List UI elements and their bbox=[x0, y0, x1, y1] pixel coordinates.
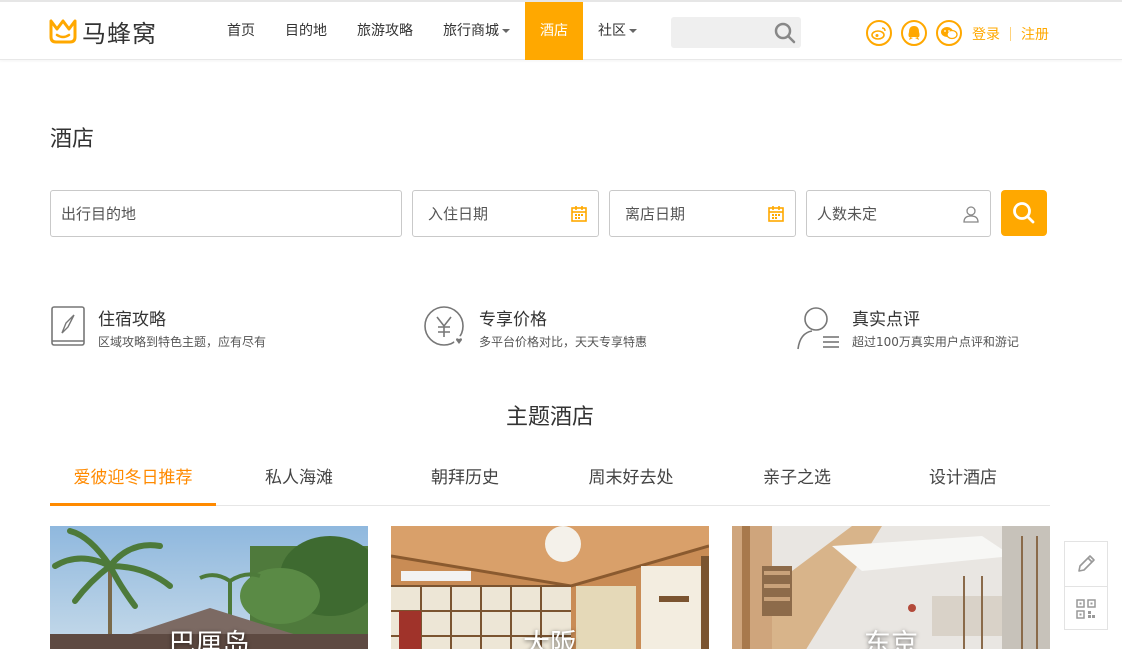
nav-label: 旅行商城 bbox=[443, 23, 499, 39]
page-title: 酒店 bbox=[50, 127, 95, 152]
destination-card[interactable]: 大阪 bbox=[391, 526, 709, 649]
header-search-input[interactable] bbox=[671, 17, 767, 48]
card-title: 巴厘岛 bbox=[168, 629, 250, 649]
qrcode-button[interactable] bbox=[1065, 586, 1107, 630]
logo-text: 马蜂窝 bbox=[82, 19, 157, 48]
search-icon[interactable] bbox=[773, 21, 797, 45]
feature-title: 专享价格 bbox=[479, 310, 547, 330]
nav-label: 酒店 bbox=[540, 23, 568, 39]
tab-design-hotel[interactable]: 设计酒店 bbox=[880, 455, 1046, 506]
checkin-field bbox=[412, 190, 599, 237]
floating-toolbar bbox=[1064, 541, 1108, 630]
nav-item-community[interactable]: 社区 bbox=[583, 2, 652, 60]
divider bbox=[1010, 27, 1011, 41]
guests-field bbox=[806, 190, 991, 237]
feature-title: 真实点评 bbox=[852, 310, 920, 330]
social-links bbox=[866, 20, 971, 46]
main-nav: 首页 目的地 旅游攻略 旅行商城 酒店 社区 bbox=[212, 2, 652, 60]
site-logo[interactable]: 马蜂窝 bbox=[48, 16, 157, 48]
header-search bbox=[671, 17, 801, 48]
nav-label: 首页 bbox=[227, 23, 255, 39]
calendar-icon[interactable] bbox=[570, 205, 588, 223]
nav-label: 旅游攻略 bbox=[357, 23, 413, 39]
feature-title: 住宿攻略 bbox=[98, 310, 166, 330]
search-icon bbox=[1013, 202, 1035, 224]
login-link[interactable]: 登录 bbox=[972, 24, 1000, 44]
tab-family[interactable]: 亲子之选 bbox=[714, 455, 880, 506]
chevron-down-icon bbox=[502, 29, 510, 33]
nav-label: 目的地 bbox=[285, 23, 327, 39]
wechat-icon[interactable] bbox=[936, 20, 962, 46]
top-header: 马蜂窝 首页 目的地 旅游攻略 旅行商城 酒店 社区 登录 注册 bbox=[0, 0, 1122, 60]
destination-card[interactable]: 东京 bbox=[732, 526, 1050, 649]
hotel-search-button[interactable] bbox=[1001, 190, 1047, 236]
tab-private-beach[interactable]: 私人海滩 bbox=[216, 455, 382, 506]
tab-airbnb-winter[interactable]: 爱彼迎冬日推荐 bbox=[50, 455, 216, 506]
edit-button[interactable] bbox=[1065, 542, 1107, 586]
edit-icon bbox=[1078, 555, 1095, 572]
checkout-field bbox=[609, 190, 796, 237]
section-title: 主题酒店 bbox=[505, 405, 594, 430]
feature-review: 真实点评 超过100万真实用户点评和游记 bbox=[796, 305, 1056, 355]
nav-item-home[interactable]: 首页 bbox=[212, 2, 270, 60]
destination-field bbox=[50, 190, 402, 237]
feature-price: 专享价格 多平台价格对比，天天专享特惠 bbox=[423, 305, 723, 355]
register-link[interactable]: 注册 bbox=[1021, 24, 1049, 44]
nav-item-destination[interactable]: 目的地 bbox=[270, 2, 342, 60]
nav-label: 社区 bbox=[598, 23, 626, 39]
destination-input[interactable] bbox=[51, 191, 401, 236]
auth-links: 登录 注册 bbox=[972, 24, 1049, 44]
feature-desc: 区域攻略到特色主题，应有尽有 bbox=[98, 335, 267, 349]
destination-card[interactable]: 巴厘岛 bbox=[50, 526, 368, 649]
card-title: 东京 bbox=[864, 629, 918, 649]
logo-mark-icon bbox=[49, 19, 77, 44]
chevron-down-icon bbox=[629, 29, 637, 33]
calendar-icon[interactable] bbox=[767, 205, 785, 223]
tab-history[interactable]: 朝拜历史 bbox=[382, 455, 548, 506]
nav-item-guides[interactable]: 旅游攻略 bbox=[342, 2, 428, 60]
price-icon bbox=[424, 306, 464, 346]
nav-item-hotel[interactable]: 酒店 bbox=[525, 2, 583, 60]
card-title: 大阪 bbox=[523, 629, 577, 649]
review-icon bbox=[797, 307, 839, 350]
feature-desc: 超过100万真实用户点评和游记 bbox=[852, 335, 1019, 349]
feature-guide: 住宿攻略 区域攻略到特色主题，应有尽有 bbox=[50, 305, 350, 355]
weibo-icon[interactable] bbox=[866, 20, 892, 46]
feature-desc: 多平台价格对比，天天专享特惠 bbox=[479, 335, 648, 349]
tab-weekend[interactable]: 周末好去处 bbox=[548, 455, 714, 506]
qrcode-icon bbox=[1076, 598, 1096, 619]
guidebook-icon bbox=[51, 306, 85, 346]
user-icon[interactable] bbox=[962, 205, 980, 223]
nav-item-mall[interactable]: 旅行商城 bbox=[428, 2, 525, 60]
qq-icon[interactable] bbox=[901, 20, 927, 46]
theme-tabs: 爱彼迎冬日推荐 私人海滩 朝拜历史 周末好去处 亲子之选 设计酒店 bbox=[50, 455, 1050, 506]
